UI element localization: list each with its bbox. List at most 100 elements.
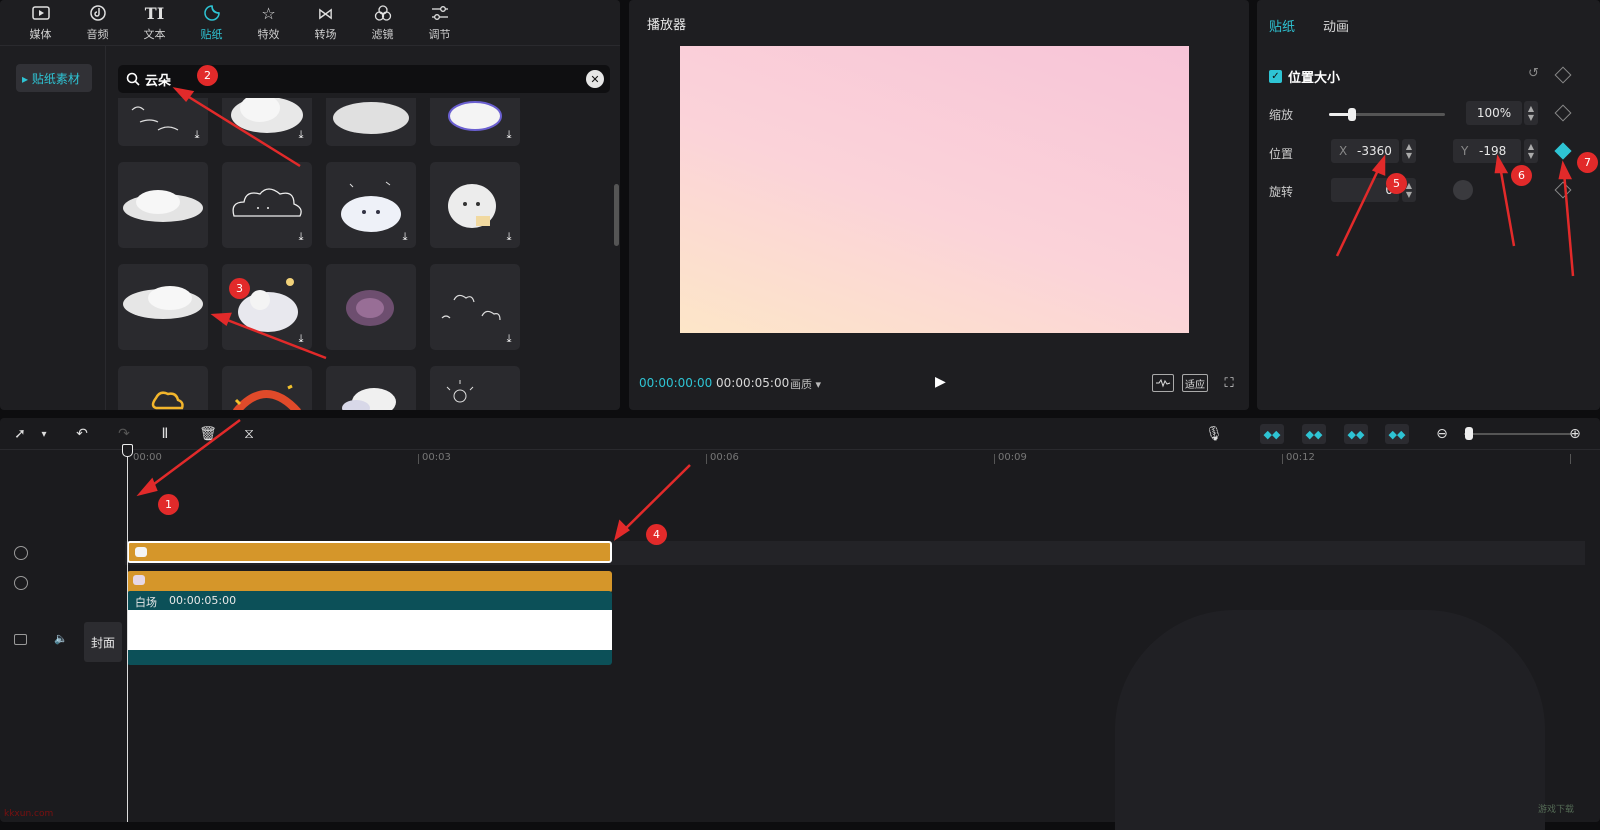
position-y-field[interactable]: Y -198 xyxy=(1453,139,1521,163)
tab-audio[interactable]: 音频 xyxy=(69,0,126,46)
sticker-tile[interactable] xyxy=(326,98,416,146)
zoom-out-icon[interactable]: ⊖ xyxy=(1434,426,1450,442)
tab-sticker[interactable]: 贴纸 xyxy=(183,0,240,46)
play-icon[interactable]: ▶ xyxy=(935,374,946,390)
sticker-tile[interactable] xyxy=(118,366,208,410)
chevron-down-icon[interactable]: ▾ xyxy=(36,426,52,442)
keyframe-icon-active[interactable] xyxy=(1554,142,1572,160)
scale-slider[interactable] xyxy=(1329,108,1445,121)
playhead[interactable] xyxy=(127,446,128,822)
fullscreen-icon[interactable]: ⛶ xyxy=(1222,374,1236,392)
download-icon[interactable]: ⤓ xyxy=(294,332,308,346)
tick xyxy=(1282,454,1283,464)
y-stepper[interactable]: ▲ ▼ xyxy=(1524,139,1538,163)
tab-sticker-props[interactable]: 贴纸 xyxy=(1269,16,1295,35)
ratio-button[interactable]: 适应 xyxy=(1182,374,1208,392)
sticker-track-icon xyxy=(14,576,28,590)
sticker-tile[interactable]: ⤓ xyxy=(222,264,312,350)
sticker-tile[interactable]: ⤓ xyxy=(430,264,520,350)
timeline-zoom-knob[interactable] xyxy=(1465,427,1473,440)
link-icon[interactable]: ◆◆ xyxy=(1344,424,1368,444)
tab-adjust[interactable]: 调节 xyxy=(411,0,468,46)
timeline-zoom-slider[interactable] xyxy=(1464,433,1572,435)
keyframe-icon[interactable] xyxy=(1554,181,1572,199)
zoom-in-icon[interactable]: ⊕ xyxy=(1567,426,1583,442)
sticker-tile[interactable]: ⤓ xyxy=(430,98,520,146)
microphone-icon[interactable]: 🎙 xyxy=(1205,426,1223,442)
sidebar-item-sticker-assets[interactable]: ▸ 贴纸素材 xyxy=(16,64,92,92)
sticker-tile[interactable] xyxy=(118,162,208,248)
keyframe-icon[interactable] xyxy=(1554,104,1572,122)
split-icon[interactable]: Ⅱ xyxy=(157,426,173,442)
position-x-field[interactable]: X -3360 xyxy=(1331,139,1399,163)
download-icon[interactable]: ⤓ xyxy=(294,128,308,142)
tab-filter[interactable]: 滤镜 xyxy=(354,0,411,46)
sticker-clip-bunny[interactable] xyxy=(127,571,612,593)
select-tool-icon[interactable]: ➚ xyxy=(12,426,28,442)
download-icon[interactable]: ⤓ xyxy=(502,128,516,142)
keyframe-icon[interactable] xyxy=(1554,66,1572,84)
position-size-section[interactable]: ✓ 位置大小 xyxy=(1269,67,1340,86)
sticker-tile[interactable] xyxy=(118,264,208,350)
sticker-tile[interactable]: ⤓ xyxy=(430,162,520,248)
text-icon: TI xyxy=(144,3,165,23)
download-icon[interactable]: ⤓ xyxy=(190,128,204,142)
download-icon[interactable]: ⤓ xyxy=(398,230,412,244)
tab-media[interactable]: 媒体 xyxy=(12,0,69,46)
annotation-badge: 3 xyxy=(229,278,250,299)
rotation-dial-icon[interactable] xyxy=(1453,180,1473,200)
playhead-handle[interactable] xyxy=(122,444,133,457)
sticker-tile[interactable]: ⤓ xyxy=(222,162,312,248)
tab-animation[interactable]: 动画 xyxy=(1323,16,1349,35)
sticker-scrollbar[interactable] xyxy=(614,184,619,246)
sticker-tile[interactable]: ⤓ xyxy=(222,98,312,146)
player-panel: 播放器 00:00:00:00 00:00:05:00 画质 ▾ ▶ 适应 ⛶ xyxy=(629,0,1249,410)
sticker-tile[interactable]: ⤓ xyxy=(118,98,208,146)
sticker-tile[interactable] xyxy=(430,366,520,410)
sticker-tile[interactable]: ⤓ xyxy=(326,162,416,248)
sticker-tile[interactable] xyxy=(222,366,312,410)
tick-label: 00:09 xyxy=(998,452,1027,463)
waveform-icon[interactable] xyxy=(1152,374,1174,392)
timeline-ruler[interactable]: 00:00 00:03 00:06 00:09 00:12 xyxy=(0,452,1600,468)
undo-icon[interactable]: ↶ xyxy=(74,426,90,442)
mirror-icon[interactable]: ⧖ xyxy=(241,426,257,442)
scale-stepper[interactable]: ▲ ▼ xyxy=(1524,101,1538,125)
sticker-tile[interactable] xyxy=(326,264,416,350)
sticker-clip-cloud[interactable] xyxy=(127,541,612,563)
delete-icon[interactable]: 🗑 xyxy=(199,426,217,442)
clear-search-button[interactable]: ✕ xyxy=(586,70,604,88)
watermark-right: 游戏下载 xyxy=(1538,805,1575,815)
quality-dropdown[interactable]: 画质 ▾ xyxy=(790,376,821,392)
scale-slider-knob[interactable] xyxy=(1348,108,1357,121)
mute-icon[interactable]: 🔈 xyxy=(54,632,68,645)
checkbox-icon[interactable]: ✓ xyxy=(1269,70,1282,83)
cover-button[interactable]: 封面 xyxy=(84,622,122,662)
tab-transition[interactable]: ⋈ 转场 xyxy=(297,0,354,46)
snap-main-track-icon[interactable]: ◆◆ xyxy=(1260,424,1284,444)
preview-canvas[interactable] xyxy=(680,46,1189,333)
search-input[interactable]: 云朵 ✕ xyxy=(118,65,610,93)
current-time: 00:00:00:00 xyxy=(639,376,713,390)
reset-icon[interactable]: ↺ xyxy=(1528,66,1539,81)
sticker-track xyxy=(0,541,1600,565)
sticker-tile[interactable] xyxy=(326,366,416,410)
download-icon[interactable]: ⤓ xyxy=(502,332,516,346)
snap-auto-icon[interactable]: ◆◆ xyxy=(1302,424,1326,444)
search-query: 云朵 xyxy=(145,73,172,89)
preview-axis-icon[interactable]: ◆◆ xyxy=(1385,424,1409,444)
media-icon xyxy=(31,4,51,22)
rotation-label: 旋转 xyxy=(1269,185,1294,199)
tab-text[interactable]: TI 文本 xyxy=(126,0,183,46)
download-icon[interactable]: ⤓ xyxy=(502,230,516,244)
search-icon xyxy=(126,72,140,86)
video-clip[interactable]: 白场 00:00:05:00 xyxy=(127,591,612,665)
download-icon[interactable]: ⤓ xyxy=(294,230,308,244)
annotation-badge: 5 xyxy=(1386,173,1407,194)
scale-field[interactable]: 100% xyxy=(1466,101,1522,125)
tab-effects[interactable]: ☆ 特效 xyxy=(240,0,297,46)
x-stepper[interactable]: ▲ ▼ xyxy=(1402,139,1416,163)
tab-label: 滤镜 xyxy=(371,28,394,41)
x-axis-label: X xyxy=(1339,144,1348,158)
tick-label: 00:12 xyxy=(1286,452,1315,463)
